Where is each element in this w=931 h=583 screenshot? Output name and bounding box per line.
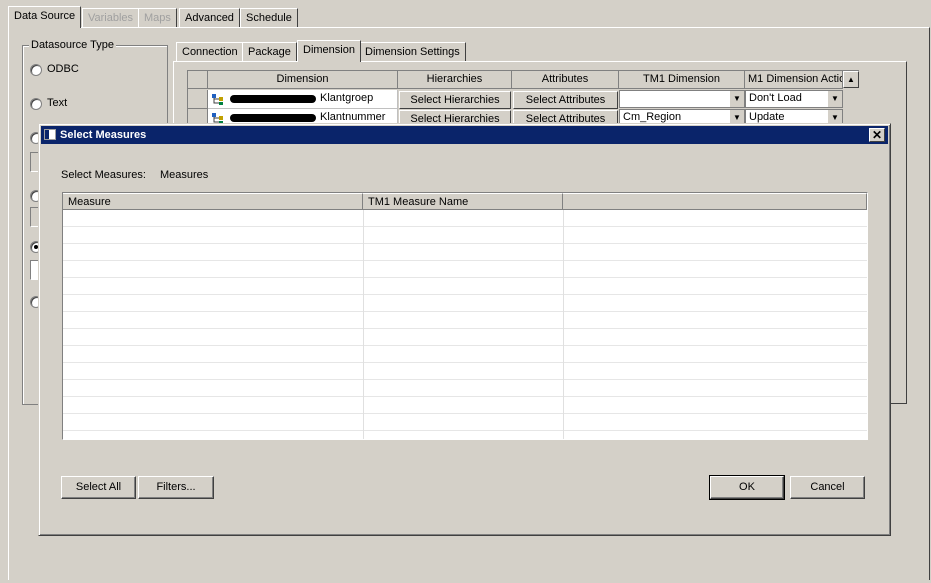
col-dimension-action[interactable]: M1 Dimension Actio <box>745 71 843 89</box>
col-hierarchies[interactable]: Hierarchies <box>398 71 512 89</box>
select-hierarchies-button[interactable]: Select Hierarchies <box>399 91 511 109</box>
text-label: Text <box>47 97 68 109</box>
dimension-tree-icon <box>212 94 223 105</box>
dimension-action-combo[interactable]: Don't Load ▼ <box>745 90 843 108</box>
ok-button[interactable]: OK <box>709 475 785 500</box>
measures-table[interactable]: Measure TM1 Measure Name <box>62 192 868 440</box>
redaction-bar <box>230 114 316 122</box>
scroll-up-arrow-icon[interactable]: ▲ <box>843 71 859 88</box>
dimension-name: Klantgroep <box>320 92 374 104</box>
chevron-down-icon[interactable]: ▼ <box>730 91 744 107</box>
select-measures-label: Select Measures: <box>61 169 146 181</box>
column-divider <box>563 210 564 439</box>
tm1-dimension-value: Cm_Region <box>623 111 682 123</box>
col-empty <box>563 193 867 210</box>
text-radio[interactable] <box>30 98 42 110</box>
col-attributes[interactable]: Attributes <box>512 71 619 89</box>
tab-package[interactable]: Package <box>242 42 297 62</box>
datasource-type-label: Datasource Type <box>29 39 116 51</box>
tab-maps[interactable]: Maps <box>138 8 177 28</box>
dimension-grid: Dimension Hierarchies Attributes TM1 Dim… <box>187 70 859 130</box>
measures-rows <box>63 210 867 439</box>
col-tm1-measure-name[interactable]: TM1 Measure Name <box>363 193 563 210</box>
odbc-label: ODBC <box>47 63 79 75</box>
dialog-titlebar[interactable]: Select Measures ✕ <box>41 126 888 144</box>
column-divider <box>363 210 364 439</box>
row-selector[interactable] <box>188 90 208 109</box>
col-measure[interactable]: Measure <box>63 193 363 210</box>
select-measures-value: Measures <box>160 169 209 181</box>
col-tm1-dimension[interactable]: TM1 Dimension <box>619 71 745 89</box>
row-header-corner <box>188 71 208 89</box>
select-measures-dialog: Select Measures ✕ Select Measures: Measu… <box>38 123 891 536</box>
tm1-dimension-combo[interactable]: ▼ <box>619 90 745 108</box>
tab-schedule[interactable]: Schedule <box>240 8 298 28</box>
dialog-title: Select Measures <box>60 129 147 141</box>
filters-button[interactable]: Filters... <box>138 476 214 499</box>
select-all-button[interactable]: Select All <box>61 476 136 499</box>
dimension-action-value: Don't Load <box>749 92 802 104</box>
dimension-action-value: Update <box>749 111 785 123</box>
dimension-cell[interactable]: Klantgroep <box>208 90 398 109</box>
window-app-icon <box>44 129 56 140</box>
tab-variables[interactable]: Variables <box>82 8 140 28</box>
tab-advanced[interactable]: Advanced <box>179 8 240 28</box>
chevron-down-icon[interactable]: ▼ <box>828 91 842 107</box>
tab-dimension[interactable]: Dimension <box>297 40 361 62</box>
select-attributes-button[interactable]: Select Attributes <box>513 91 618 109</box>
tab-data-source[interactable]: Data Source <box>8 6 82 28</box>
odbc-radio[interactable] <box>30 64 42 76</box>
tab-dimension-settings[interactable]: Dimension Settings <box>359 42 466 62</box>
close-icon[interactable]: ✕ <box>869 128 885 142</box>
cancel-button[interactable]: Cancel <box>790 476 865 499</box>
redaction-bar <box>230 95 316 103</box>
dimension-name: Klantnummer <box>320 111 386 123</box>
col-dimension[interactable]: Dimension <box>208 71 398 89</box>
tab-connection[interactable]: Connection <box>176 42 244 62</box>
